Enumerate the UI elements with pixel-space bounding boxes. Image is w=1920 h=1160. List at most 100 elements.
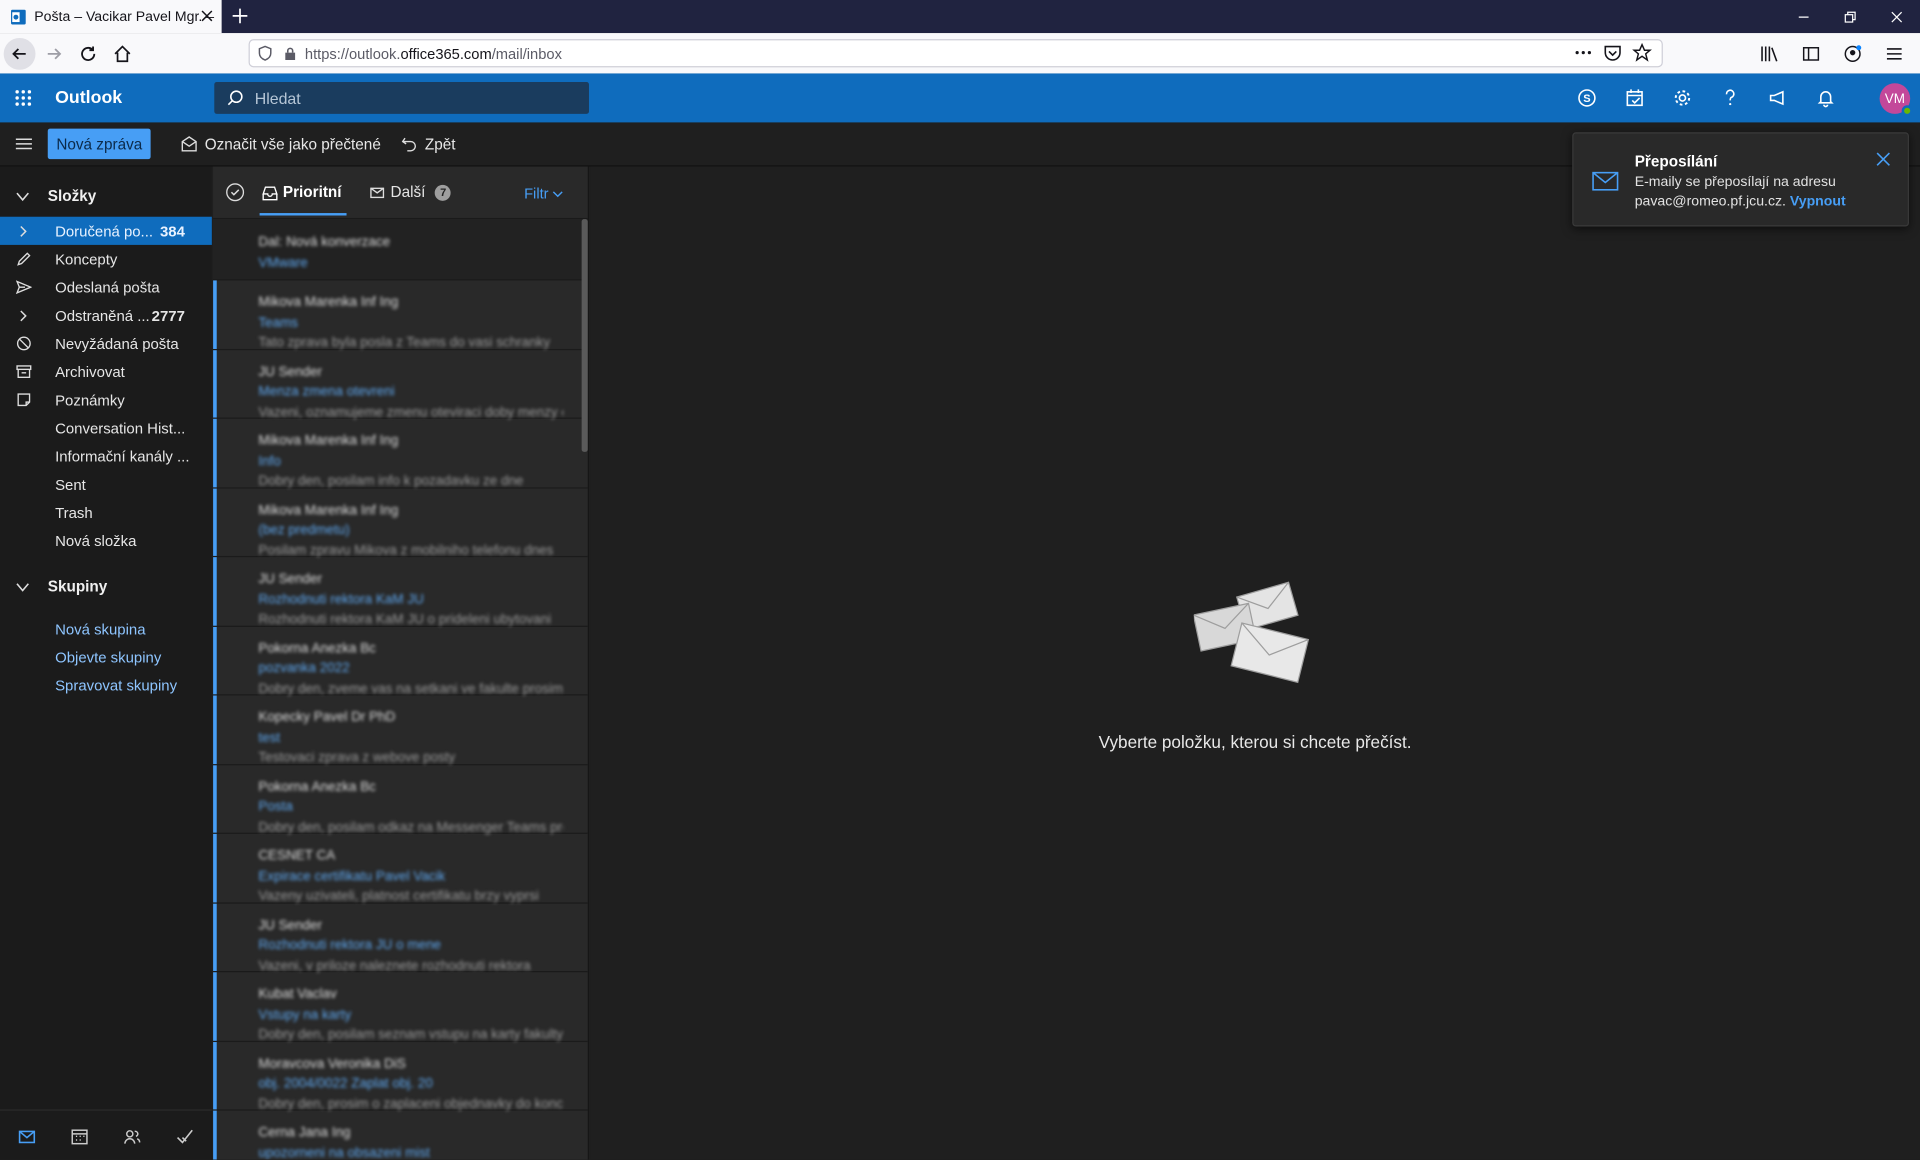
message-subject: pozvanka 2022 [258,661,350,676]
message-list-item[interactable]: Mikova Marenka Inf Ing (bez predmetu) Posi… [213,487,588,558]
settings-gear-icon[interactable] [1658,73,1706,122]
chevron-right-icon[interactable] [15,225,32,237]
library-icon[interactable] [1753,38,1785,70]
app-name[interactable]: Outlook [55,88,122,108]
select-all-check-icon[interactable] [225,182,245,202]
tab-other[interactable]: Další 7 [370,167,452,219]
sidebar-folder-item[interactable]: Poznámky [0,386,212,414]
message-list-item[interactable]: CESNET CA Expirace certifikatu Pavel Vaci… [213,833,588,904]
sidebar-folder-item[interactable]: Odstraněná ... 2777 [0,301,212,329]
skype-icon[interactable]: S [1562,73,1610,122]
todo-check-icon[interactable] [159,1111,212,1160]
message-list-item[interactable]: JU Sender Rozhodnuti rektora JU o mene Vaz… [213,903,588,973]
groups-section-header[interactable]: Skupiny [0,563,212,610]
address-bar[interactable]: https://outlook.office365.com/mail/inbox [248,39,1663,68]
message-list-item[interactable]: JU Sender Rozhodnuti rektora KaM JU Rozhod… [213,557,588,627]
reload-icon[interactable] [72,37,104,69]
help-icon[interactable] [1706,73,1754,122]
calendar-icon[interactable] [53,1111,106,1160]
mail-icon[interactable] [0,1111,53,1160]
close-tab-icon[interactable] [200,9,215,24]
avatar[interactable]: VM [1879,83,1913,117]
message-list-item[interactable]: Moravcova Veronika DiS obj. 2004/0022 Zap… [213,1041,588,1111]
message-list-item[interactable]: Cerna Jana Ing upozorneni na obsazeni mis… [213,1110,588,1160]
sidebar-folder-item[interactable]: Doručená po... 384 [0,216,212,245]
empty-state-text: Vyberte položku, kterou si chcete přečís… [1098,732,1412,752]
tab-focused[interactable]: Prioritní [259,167,347,219]
new-message-button[interactable]: Nová zpráva [47,128,151,160]
search-input[interactable]: Hledat [214,82,589,114]
my-day-icon[interactable] [1610,73,1658,122]
message-list-scrollbar[interactable] [581,219,588,452]
new-tab-icon[interactable] [230,6,250,26]
whats-new-icon[interactable] [1753,73,1801,122]
sidebar-folder-item[interactable]: Odeslaná pošta [0,273,212,301]
notification-title: Přeposílání [1634,153,1718,171]
outlook-window: Pošta – Vacikar Pavel Mgr. – Ou https://… [0,0,1920,1160]
pocket-icon[interactable] [1603,43,1623,63]
sidebar-folder-item[interactable]: Trash [0,498,212,526]
account-icon[interactable] [1837,38,1869,70]
group-link[interactable]: Spravovat skupiny [0,671,212,699]
undo-label: Zpět [424,135,456,153]
outlook-favicon-icon [10,8,27,25]
message-list-item[interactable]: Pokorna Anezka Bc pozvanka 2022 Dobry den,… [213,626,588,696]
note-icon [15,392,32,408]
minimize-icon[interactable] [1780,0,1827,33]
forward-icon[interactable] [38,37,70,69]
message-sender: JU Sender [258,571,323,587]
undo-button[interactable]: Zpět [400,135,456,153]
bookmark-star-icon[interactable] [1632,42,1652,63]
notifications-bell-icon[interactable] [1801,73,1849,122]
chevron-right-icon[interactable] [15,309,32,321]
folders-section-header[interactable]: Složky [0,175,212,217]
sidebar-folder-item[interactable]: Informační kanály ... [0,442,212,470]
unread-count: 384 [159,222,185,240]
message-list-item[interactable]: Pokorna Anezka Bc Posta Dobry den, posilam… [213,764,588,834]
sidebar-folder-item[interactable]: Nevyžádaná pošta [0,329,212,357]
sidebar-folder-item[interactable]: Conversation Hist... [0,414,212,442]
sidebar-toggle-icon[interactable] [1795,38,1827,70]
group-link[interactable]: Objevte skupiny [0,643,212,671]
folder-label: Odeslaná pošta [55,278,160,296]
message-sender: JU Sender [258,364,323,379]
mail-forward-icon [1592,170,1619,192]
message-sender: Mikova Marenka Inf Ing [258,502,399,518]
close-window-icon[interactable] [1873,0,1920,33]
sidebar-folder-item[interactable]: Koncepty [0,245,212,273]
message-subject: Vstupy na karty [258,1007,352,1022]
back-icon[interactable] [3,37,36,70]
sidebar-folder-item[interactable]: Archivovat [0,358,212,386]
group-link[interactable]: Nová skupina [0,615,212,643]
message-subject: Teams [258,315,299,331]
people-icon[interactable] [106,1111,159,1160]
sidebar-folder-item[interactable]: Nová složka [0,527,212,555]
more-dots-icon[interactable] [1573,43,1593,63]
message-list-item[interactable]: JU Sender Menza zmena otevreni Vazeni, ozn… [213,349,588,419]
folder-pane: Složky Doručená po... 384 Koncepty Odeslaná… [0,166,212,1160]
restore-icon[interactable] [1827,0,1874,33]
message-subject: VMware [258,255,308,271]
browser-menu-icon[interactable] [1878,38,1910,70]
app-launcher-icon[interactable] [0,73,47,122]
close-notification-icon[interactable] [1876,152,1891,167]
turn-off-link[interactable]: Vypnout [1790,195,1846,210]
mark-all-read-button[interactable]: Označit vše jako přečtené [180,135,381,153]
undo-icon [400,135,418,153]
message-list-item[interactable]: Dal: Nová konverzace VMware [213,219,588,281]
message-list-item[interactable]: Mikova Marenka Inf Ing Info Dobry den, pos… [213,418,588,489]
shield-icon[interactable] [257,45,273,61]
home-icon[interactable] [107,37,139,69]
message-sender: CESNET CA [258,848,336,864]
message-sender: Kubat Vaclav [258,986,337,1002]
sidebar-folder-item[interactable]: Sent [0,470,212,498]
browser-tab[interactable]: Pošta – Vacikar Pavel Mgr. – Ou [0,0,222,34]
message-list-item[interactable]: Kopecky Pavel Dr PhD test Testovaci zprava… [213,695,588,765]
message-subject: obj. 2004/0022 Zaplat obj. 20 [258,1076,433,1092]
hamburger-menu-icon[interactable] [0,122,47,166]
message-list-item[interactable]: Kubat Vaclav Vstupy na karty Dobry den, po… [213,972,588,1042]
url-text[interactable]: https://outlook.office365.com/mail/inbox [305,45,562,62]
filter-dropdown[interactable]: Filtr [524,185,563,202]
message-list-item[interactable]: Mikova Marenka Inf Ing Teams Tato zprava b… [213,280,588,350]
lock-icon[interactable] [283,46,298,61]
